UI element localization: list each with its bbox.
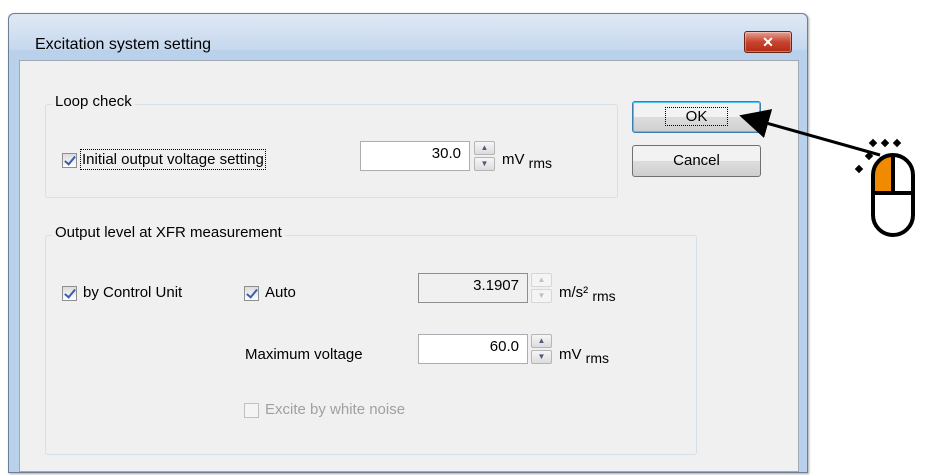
by-control-unit-label[interactable]: by Control Unit (83, 284, 182, 301)
accel-unit: m/s² rms (559, 284, 616, 304)
cancel-button[interactable]: Cancel (632, 145, 761, 177)
unit-sub: rms (528, 155, 552, 171)
auto-level-spinner: ▲ ▼ (531, 273, 552, 303)
white-noise-label: Excite by white noise (265, 401, 406, 418)
spin-down-icon[interactable]: ▼ (474, 157, 495, 171)
dialog-title: Excitation system setting (35, 36, 212, 53)
unit-main: mV (559, 346, 582, 363)
by-control-unit-checkbox[interactable] (62, 286, 77, 301)
unit-main: m/s² (559, 284, 589, 301)
auto-label[interactable]: Auto (265, 284, 296, 301)
spin-down-icon: ▼ (531, 289, 552, 303)
spin-down-icon[interactable]: ▼ (531, 350, 552, 364)
close-button[interactable]: ✕ (744, 31, 792, 53)
spin-up-icon[interactable]: ▲ (474, 141, 495, 155)
unit-main: mV (502, 151, 525, 168)
dialog-window: Excitation system setting ✕ Loop check I… (8, 13, 808, 473)
spin-up-icon[interactable]: ▲ (531, 334, 552, 348)
ok-button-label: OK (664, 107, 729, 126)
white-noise-checkbox (244, 403, 259, 418)
mouse-left-click-icon (854, 138, 915, 237)
initial-output-label[interactable]: Initial output voltage setting (80, 149, 266, 170)
title-bar[interactable]: Excitation system setting ✕ (9, 14, 807, 53)
max-voltage-input[interactable]: 60.0 (418, 334, 528, 364)
unit-sub: rms (592, 288, 616, 304)
xfr-output-group-label: Output level at XFR measurement (52, 224, 285, 241)
ok-button[interactable]: OK (632, 101, 761, 133)
initial-output-checkbox[interactable] (62, 153, 77, 168)
max-voltage-spinner[interactable]: ▲ ▼ (531, 334, 552, 364)
auto-level-readout: 3.1907 (418, 273, 528, 303)
initial-output-voltage-input[interactable]: 30.0 (360, 141, 470, 171)
initial-output-spinner[interactable]: ▲ ▼ (474, 141, 495, 171)
dialog-client-area: Loop check Initial output voltage settin… (19, 60, 799, 472)
xfr-output-group (45, 235, 697, 455)
unit-sub: rms (585, 350, 609, 366)
max-voltage-unit: mV rms (559, 346, 609, 366)
loop-check-group-label: Loop check (52, 93, 135, 110)
spin-up-icon: ▲ (531, 273, 552, 287)
initial-output-unit: mV rms (502, 151, 552, 171)
auto-checkbox[interactable] (244, 286, 259, 301)
max-voltage-label: Maximum voltage (245, 346, 363, 363)
